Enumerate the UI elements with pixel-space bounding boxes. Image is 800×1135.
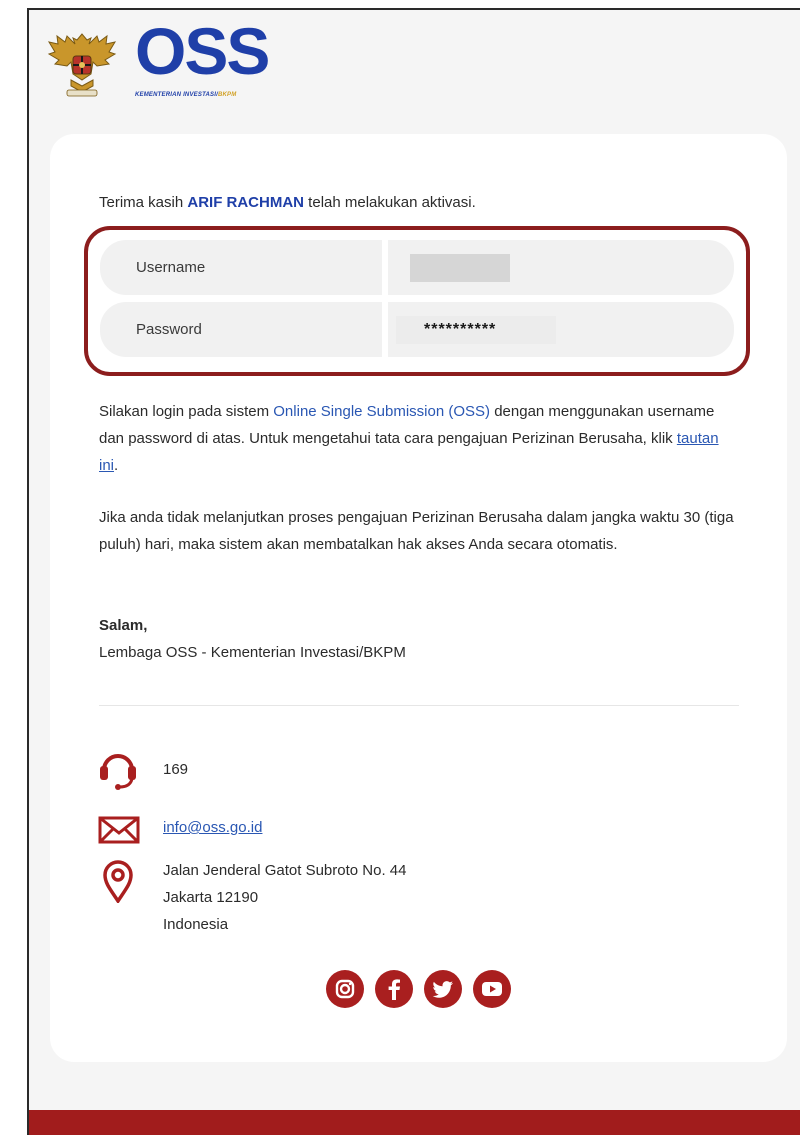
facebook-icon [388,979,400,1000]
twitter-button[interactable] [424,970,462,1008]
email-card: Terima kasih ARIF RACHMAN telah melakuka… [50,134,787,1062]
greeting-text: Terima kasih ARIF RACHMAN telah melakuka… [99,194,476,211]
facebook-button[interactable] [375,970,413,1008]
oss-logo-subtitle: KEMENTERIAN INVESTASI/BKPM [135,92,237,98]
password-masked-text: ********** [424,321,497,338]
divider [99,705,739,706]
youtube-icon [482,982,502,996]
system-name: Online Single Submission (OSS) [273,403,491,420]
credential-row-password: Password ********** [100,302,734,357]
oss-logo-text: OSS [135,14,270,88]
organization-name: Lembaga OSS - Kementerian Investasi/BKPM [99,644,406,661]
email-header: OSS KEMENTERIAN INVESTASI/BKPM [47,18,447,106]
footer-bar [29,1110,800,1135]
address-text: Jalan Jenderal Gatot Subroto No. 44 Jaka… [163,862,407,933]
credential-row-username: Username [100,240,734,295]
login-instructions: Silakan login pada sistem Online Single … [99,403,719,474]
location-pin-icon [103,860,133,903]
email-link[interactable]: info@oss.go.id [163,814,262,841]
password-value: ********** [388,302,734,357]
instagram-icon [335,979,355,999]
expiry-notice: Jika anda tidak melanjutkan proses penga… [99,509,734,553]
social-links [326,970,516,1010]
user-name: ARIF RACHMAN [187,194,305,211]
username-value [388,240,734,295]
oss-logo: OSS KEMENTERIAN INVESTASI/BKPM [135,18,285,106]
instagram-button[interactable] [326,970,364,1008]
username-label: Username [100,240,382,295]
envelope-icon [98,816,140,844]
garuda-emblem-icon [47,33,117,97]
salutation: Salam, [99,617,148,634]
password-label: Password [100,302,382,357]
phone-number: 169 [163,761,189,778]
credentials-box: Username Password ********** [84,226,750,376]
twitter-icon [432,981,453,998]
youtube-button[interactable] [473,970,511,1008]
email-frame: OSS KEMENTERIAN INVESTASI/BKPM Terima ka… [27,8,800,1135]
username-redaction [410,254,510,282]
headset-icon [100,754,136,790]
